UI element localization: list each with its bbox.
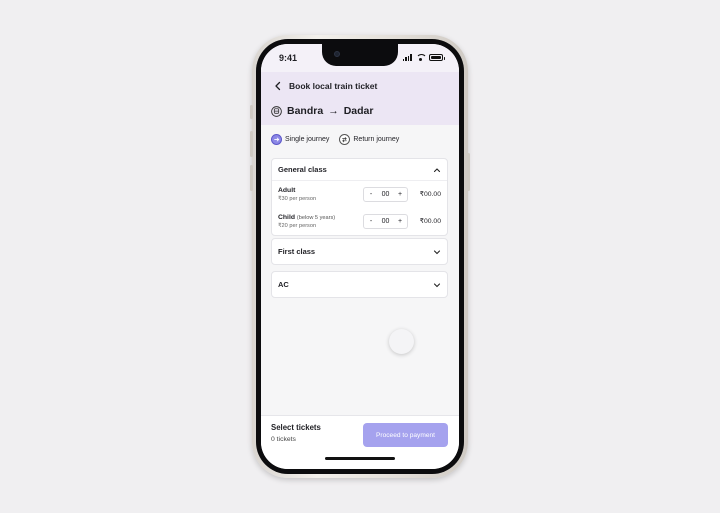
train-icon (271, 105, 282, 117)
return-journey-label: Return journey (353, 136, 400, 143)
route-from: Bandra (287, 105, 324, 117)
ac-class-card: AC (271, 271, 448, 298)
phone-frame: 9:41 Book local train ticket Bandra → Da… (250, 35, 470, 478)
page-title: Book local train ticket (289, 81, 378, 91)
adult-quantity-value: 00 (381, 191, 390, 198)
back-arrow-icon[interactable] (273, 81, 283, 91)
child-amount: ₹00.00 (419, 218, 441, 225)
child-decrement-button[interactable]: - (368, 218, 374, 225)
footer-title: Select tickets (271, 423, 321, 432)
return-journey-option[interactable]: Return journey (339, 134, 399, 145)
route: Bandra → Dadar (271, 105, 373, 117)
notch (322, 44, 398, 66)
ticket-count: 0 tickets (271, 436, 296, 443)
route-arrow: → (328, 105, 339, 117)
single-journey-icon (271, 134, 282, 145)
adult-label: Adult (278, 187, 296, 194)
camera (334, 51, 340, 57)
first-class-title: First class (278, 247, 316, 256)
child-quantity-stepper: - 00 + (363, 214, 408, 229)
silent-switch (250, 105, 253, 119)
app-screen: 9:41 Book local train ticket Bandra → Da… (261, 44, 459, 469)
general-class-card: General class Adult ₹30 per person - 00 … (271, 158, 448, 236)
signal-icon (402, 54, 412, 61)
checkout-footer: Select tickets 0 tickets Proceed to paym… (261, 415, 459, 469)
child-quantity-value: 00 (381, 218, 390, 225)
route-to: Dadar (343, 105, 374, 117)
home-indicator (325, 457, 395, 460)
proceed-to-payment-button[interactable]: Proceed to payment (363, 423, 448, 447)
single-journey-label: Single journey (285, 136, 330, 143)
status-icons (402, 54, 445, 61)
return-journey-icon (339, 134, 351, 145)
battery-icon (429, 54, 445, 61)
journey-type-toggle: Single journey Return journey (271, 134, 399, 145)
adult-decrement-button[interactable]: - (368, 191, 374, 198)
child-row: Child (below 5 years) ₹20 per person - 0… (278, 208, 441, 235)
wifi-icon (416, 54, 427, 61)
status-time: 9:41 (279, 53, 298, 63)
power-button (467, 153, 470, 191)
nav-bar: Book local train ticket (273, 81, 377, 91)
chevron-down-icon (433, 282, 441, 287)
adult-quantity-stepper: - 00 + (363, 187, 408, 202)
touch-indicator (389, 329, 414, 354)
ac-class-title: AC (278, 280, 289, 289)
chevron-down-icon (433, 249, 441, 254)
child-price: ₹20 per person (278, 223, 317, 229)
general-class-body: Adult ₹30 per person - 00 + ₹00.00 Child (272, 180, 447, 235)
volume-down-button (250, 165, 253, 191)
general-class-header[interactable]: General class (272, 159, 447, 180)
ac-class-header[interactable]: AC (272, 272, 447, 297)
first-class-card: First class (271, 238, 448, 265)
first-class-header[interactable]: First class (272, 239, 447, 264)
adult-price: ₹30 per person (278, 196, 317, 202)
page-header: Book local train ticket Bandra → Dadar (261, 72, 459, 125)
chevron-up-icon (433, 167, 441, 172)
single-journey-option[interactable]: Single journey (271, 134, 329, 145)
adult-amount: ₹00.00 (419, 191, 441, 198)
general-class-title: General class (278, 165, 327, 174)
volume-up-button (250, 131, 253, 157)
adult-row: Adult ₹30 per person - 00 + ₹00.00 (278, 181, 441, 208)
adult-increment-button[interactable]: + (397, 191, 403, 198)
child-age-note: (below 5 years) (296, 215, 336, 221)
child-increment-button[interactable]: + (397, 218, 403, 225)
child-label: Child (below 5 years) (278, 214, 336, 221)
